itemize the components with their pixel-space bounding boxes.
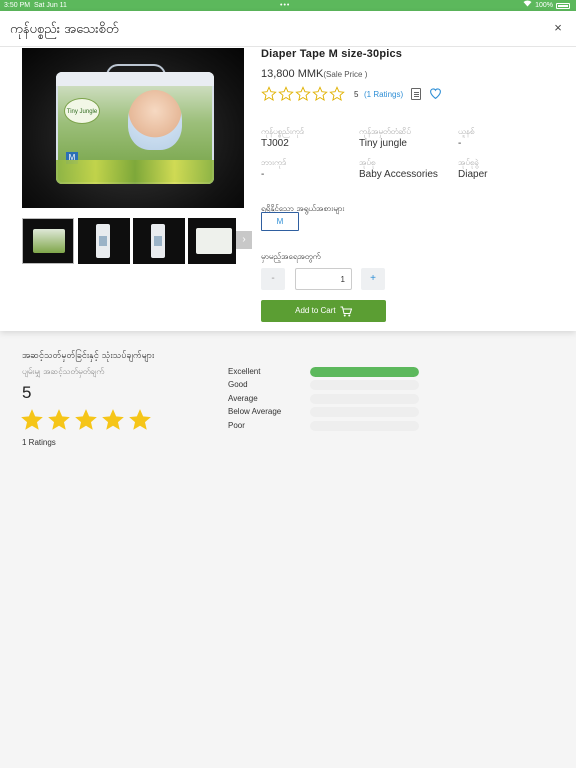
thumbnail-strip: › bbox=[22, 218, 252, 264]
meta-label-unit: ယူနစ် bbox=[458, 127, 475, 136]
variant-option-m[interactable]: M bbox=[261, 212, 299, 231]
star-icon bbox=[48, 409, 70, 430]
meta-value-brand: Tiny jungle bbox=[359, 138, 407, 149]
brand-logo: Tiny Jungle bbox=[64, 98, 100, 124]
note-icon[interactable] bbox=[411, 88, 421, 100]
star-icon bbox=[129, 409, 151, 430]
rating-value: 5 bbox=[354, 90, 359, 99]
thumbnail-3[interactable] bbox=[133, 218, 185, 264]
rating-bar-fill bbox=[310, 367, 419, 377]
add-to-cart-button[interactable]: Add to Cart bbox=[261, 300, 386, 322]
rating-label-excellent: Excellent bbox=[228, 367, 261, 376]
meta-label-category: အုပ်စု bbox=[359, 158, 376, 167]
rating-label-good: Good bbox=[228, 380, 248, 389]
diaper-pack-image: Tiny Jungle M bbox=[56, 64, 214, 184]
meta-value-subcategory: Diaper bbox=[458, 169, 488, 180]
status-right: 100% bbox=[523, 0, 570, 11]
product-main-image[interactable]: Tiny Jungle M bbox=[22, 48, 244, 208]
reviews-subtitle: ပျမ်းမျှ အဆင့်သတ်မှတ်ချက် bbox=[22, 367, 105, 376]
close-icon[interactable]: × bbox=[550, 20, 566, 36]
meta-label-code: ကုန်ပစ္စည်းကုဒ် bbox=[261, 127, 304, 136]
rating-bar-good bbox=[310, 380, 419, 390]
status-bar: 3:50 PM Sat Jun 11 ••• 100% bbox=[0, 0, 576, 11]
thumbnail-1[interactable] bbox=[22, 218, 74, 264]
meta-value-barcode: - bbox=[261, 169, 265, 180]
star-outline-icon[interactable] bbox=[312, 86, 328, 102]
star-rating-input[interactable] bbox=[261, 86, 346, 102]
ratings-count: 1 Ratings bbox=[22, 438, 56, 447]
battery-percent: 100% bbox=[535, 2, 553, 9]
star-icon bbox=[75, 409, 97, 430]
modal-header: ကုန်ပစ္စည်း အသေးစိတ် × bbox=[0, 11, 576, 47]
meta-label-subcategory: အုပ်စုခွဲ bbox=[458, 158, 479, 167]
average-rating: 5 bbox=[22, 383, 32, 402]
quantity-label: မှာမည့်အရေအတွက် bbox=[261, 252, 321, 261]
battery-icon bbox=[556, 2, 570, 9]
quantity-input[interactable] bbox=[295, 268, 352, 290]
average-stars bbox=[19, 407, 154, 433]
star-outline-icon[interactable] bbox=[261, 86, 277, 102]
star-outline-icon[interactable] bbox=[278, 86, 294, 102]
chevron-right-icon[interactable]: › bbox=[236, 231, 252, 249]
product-price: 13,800 MMK(Sale Price ) bbox=[261, 68, 368, 80]
wifi-icon bbox=[523, 0, 532, 11]
rating-bar-average bbox=[310, 394, 419, 404]
thumbnail-4[interactable] bbox=[188, 218, 236, 264]
reviews-title: အဆင့်သတ်မှတ်ခြင်းနှင့် သုံးသပ်ချက်များ bbox=[22, 351, 155, 361]
rating-label-poor: Poor bbox=[228, 421, 245, 430]
meta-value-category: Baby Accessories bbox=[359, 169, 438, 180]
cart-icon bbox=[340, 306, 352, 316]
star-icon bbox=[102, 409, 124, 430]
heart-icon[interactable] bbox=[429, 87, 442, 100]
quantity-decrease-button[interactable]: - bbox=[261, 268, 285, 290]
rating-label-average: Average bbox=[228, 394, 258, 403]
meta-label-barcode: ဘားကုဒ် bbox=[261, 158, 287, 167]
add-to-cart-label: Add to Cart bbox=[295, 306, 336, 315]
quantity-increase-button[interactable]: + bbox=[361, 268, 385, 290]
meta-value-unit: - bbox=[458, 138, 462, 149]
rating-bar-excellent bbox=[310, 367, 419, 377]
rating-label-below-average: Below Average bbox=[228, 407, 282, 416]
meta-label-brand: ကုန်အမှတ်တံဆိပ် bbox=[359, 127, 411, 136]
star-icon bbox=[21, 409, 43, 430]
rating-bar-poor bbox=[310, 421, 419, 431]
multitask-dots[interactable]: ••• bbox=[280, 0, 290, 11]
product-name: Diaper Tape M size-30pics bbox=[261, 48, 403, 60]
rating-bar-below-average bbox=[310, 407, 419, 417]
ratings-link[interactable]: (1 Ratings) bbox=[364, 90, 403, 99]
modal-title: ကုန်ပစ္စည်း အသေးစိတ် bbox=[10, 22, 119, 37]
price-note: (Sale Price ) bbox=[323, 70, 368, 79]
thumbnail-2[interactable] bbox=[78, 218, 130, 264]
star-outline-icon[interactable] bbox=[295, 86, 311, 102]
meta-value-code: TJ002 bbox=[261, 138, 289, 149]
star-outline-icon[interactable] bbox=[329, 86, 345, 102]
status-time: 3:50 PM Sat Jun 11 bbox=[4, 2, 67, 9]
